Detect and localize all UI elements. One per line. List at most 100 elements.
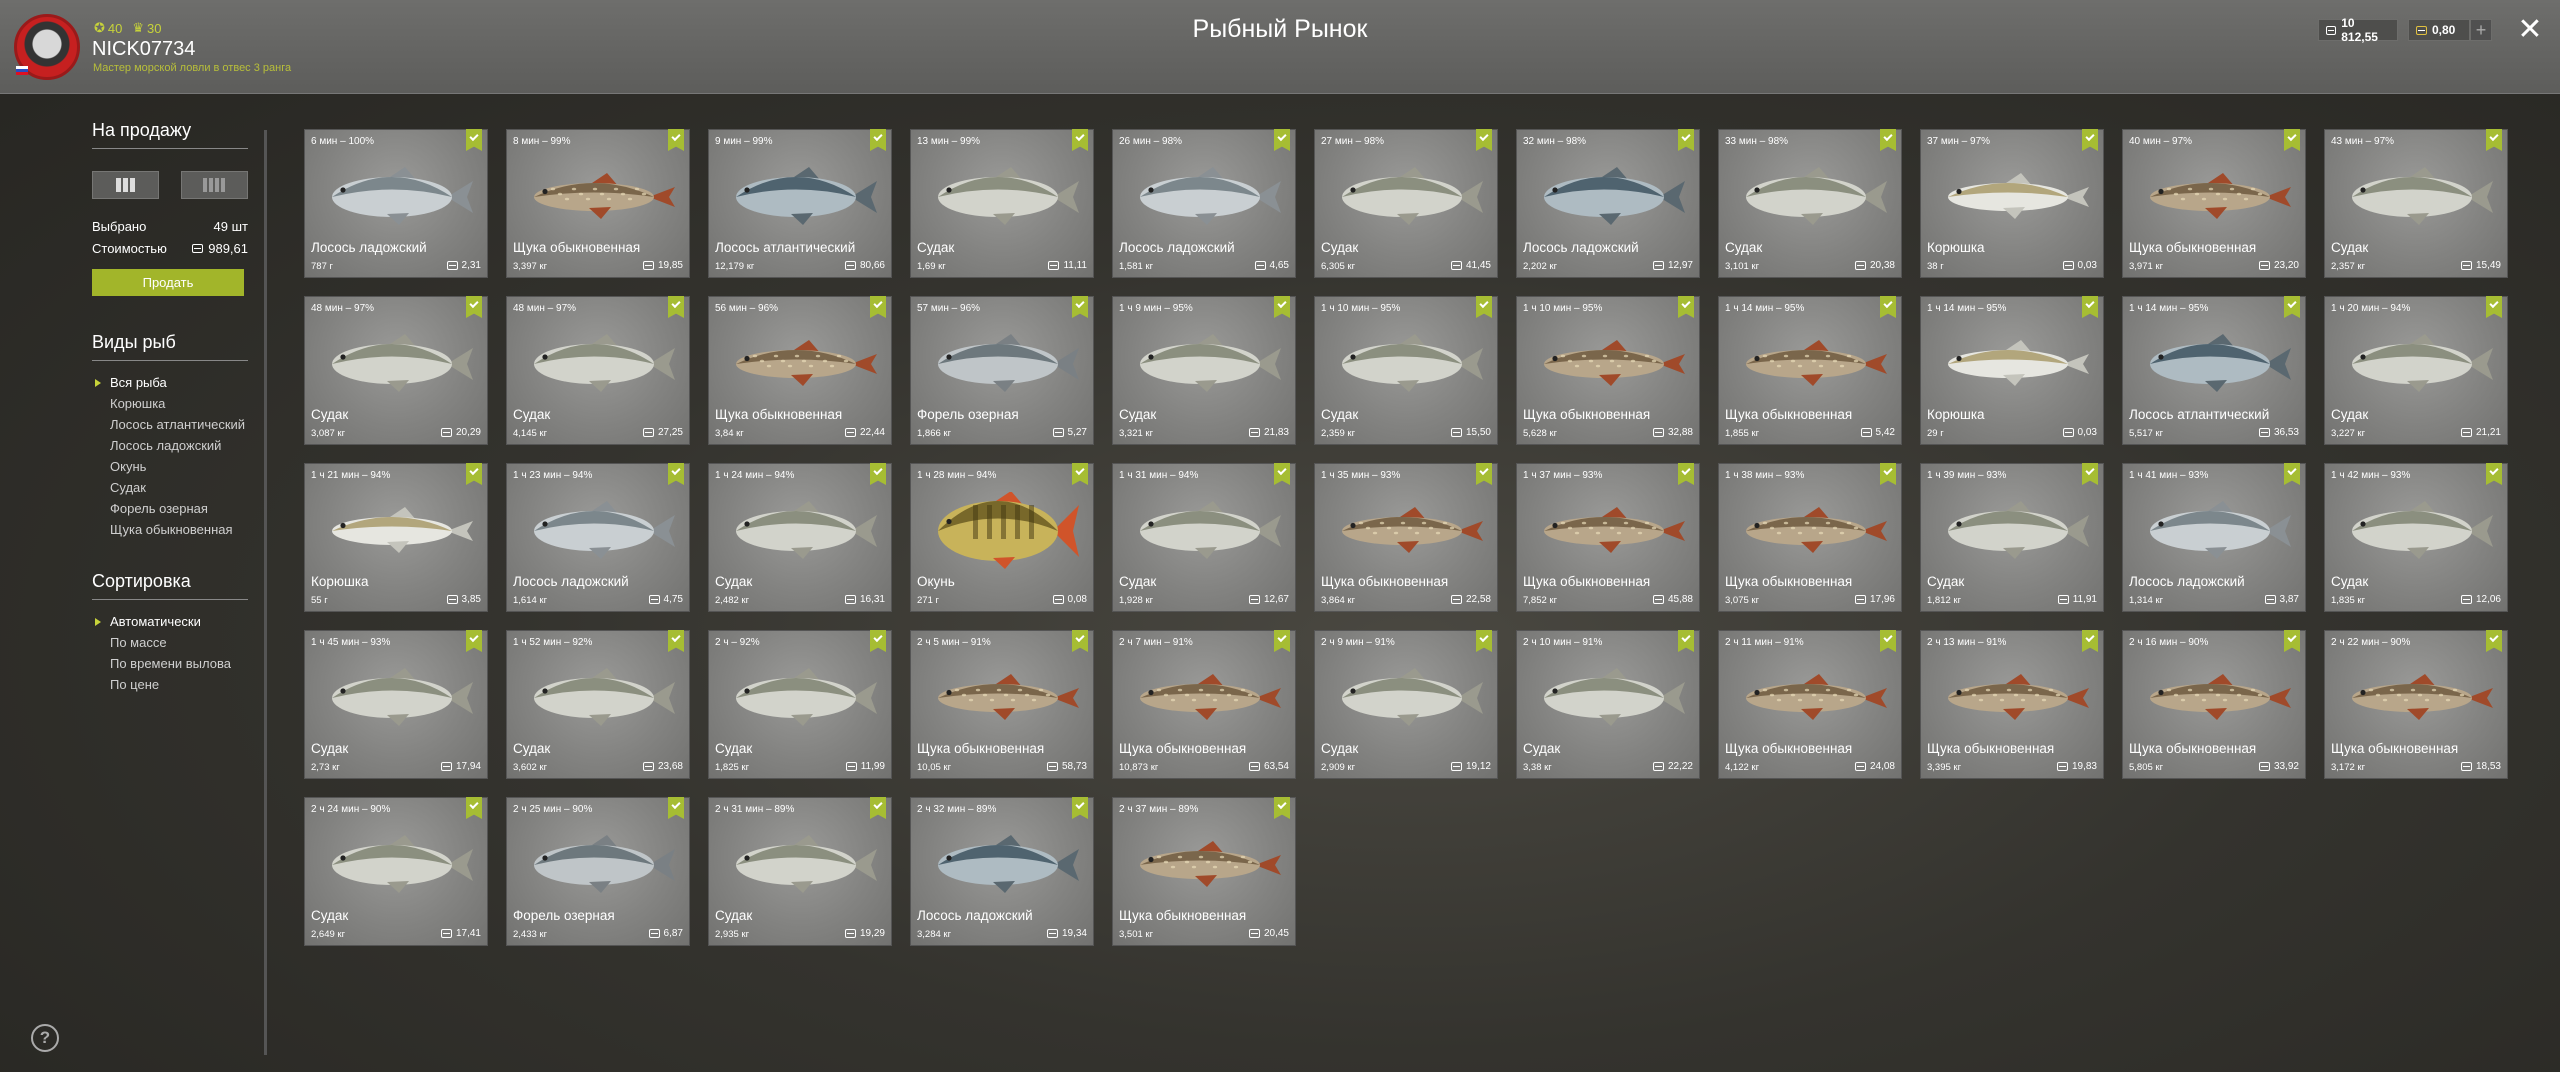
selected-check-icon[interactable]	[1274, 630, 1290, 652]
selected-check-icon[interactable]	[668, 630, 684, 652]
selected-check-icon[interactable]	[1072, 296, 1088, 318]
close-button[interactable]: ✕	[2514, 14, 2546, 46]
sort-option-item[interactable]: Автоматически	[92, 614, 248, 635]
fish-card[interactable]: 27 мин – 98% Судак 6,305 кг 41,45	[1314, 129, 1498, 278]
fish-card[interactable]: 2 ч 7 мин – 91% Щука обыкновенная 10,873…	[1112, 630, 1296, 779]
species-filter-item[interactable]: Корюшка	[92, 396, 248, 417]
fish-card[interactable]: 9 мин – 99% Лосось атлантический 12,179 …	[708, 129, 892, 278]
fish-card[interactable]: 2 ч 5 мин – 91% Щука обыкновенная 10,05 …	[910, 630, 1094, 779]
fish-card[interactable]: 2 ч 31 мин – 89% Судак 2,935 кг 19,29	[708, 797, 892, 946]
selected-check-icon[interactable]	[1678, 630, 1694, 652]
selected-check-icon[interactable]	[1880, 129, 1896, 151]
species-filter-item[interactable]: Щука обыкновенная	[92, 522, 248, 543]
selected-check-icon[interactable]	[2486, 296, 2502, 318]
fish-card[interactable]: 43 мин – 97% Судак 2,357 кг 15,49	[2324, 129, 2508, 278]
fish-card[interactable]: 1 ч 37 мин – 93% Щука обыкновенная 7,852…	[1516, 463, 1700, 612]
fish-card[interactable]: 33 мин – 98% Судак 3,101 кг 20,38	[1718, 129, 1902, 278]
selected-check-icon[interactable]	[466, 797, 482, 819]
selected-check-icon[interactable]	[1274, 463, 1290, 485]
selected-check-icon[interactable]	[466, 296, 482, 318]
selected-check-icon[interactable]	[2284, 630, 2300, 652]
fish-card[interactable]: 2 ч 16 мин – 90% Щука обыкновенная 5,805…	[2122, 630, 2306, 779]
selected-check-icon[interactable]	[1072, 463, 1088, 485]
species-filter-item[interactable]: Лосось ладожский	[92, 438, 248, 459]
selected-check-icon[interactable]	[668, 463, 684, 485]
fish-card[interactable]: 1 ч 14 мин – 95% Корюшка 29 г 0,03	[1920, 296, 2104, 445]
selected-check-icon[interactable]	[668, 296, 684, 318]
fish-card[interactable]: 1 ч 42 мин – 93% Судак 1,835 кг 12,06	[2324, 463, 2508, 612]
species-filter-item[interactable]: Окунь	[92, 459, 248, 480]
fish-card[interactable]: 48 мин – 97% Судак 4,145 кг 27,25	[506, 296, 690, 445]
selected-check-icon[interactable]	[1072, 129, 1088, 151]
species-filter-item[interactable]: Вся рыба	[92, 375, 248, 396]
fish-card[interactable]: 32 мин – 98% Лосось ладожский 2,202 кг 1…	[1516, 129, 1700, 278]
fish-card[interactable]: 1 ч 21 мин – 94% Корюшка 55 г 3,85	[304, 463, 488, 612]
fish-card[interactable]: 37 мин – 97% Корюшка 38 г 0,03	[1920, 129, 2104, 278]
selected-check-icon[interactable]	[1476, 296, 1492, 318]
species-filter-item[interactable]: Форель озерная	[92, 501, 248, 522]
selected-check-icon[interactable]	[2284, 463, 2300, 485]
fish-card[interactable]: 1 ч 38 мин – 93% Щука обыкновенная 3,075…	[1718, 463, 1902, 612]
small-grid-view-button[interactable]	[181, 171, 248, 199]
species-filter-item[interactable]: Судак	[92, 480, 248, 501]
sort-option-item[interactable]: По массе	[92, 635, 248, 656]
gold-balance[interactable]: 0,80	[2408, 19, 2470, 41]
selected-check-icon[interactable]	[2486, 129, 2502, 151]
selected-check-icon[interactable]	[2486, 463, 2502, 485]
selected-check-icon[interactable]	[466, 129, 482, 151]
selected-check-icon[interactable]	[1274, 129, 1290, 151]
fish-card[interactable]: 1 ч 35 мин – 93% Щука обыкновенная 3,864…	[1314, 463, 1498, 612]
fish-card[interactable]: 1 ч 9 мин – 95% Судак 3,321 кг 21,83	[1112, 296, 1296, 445]
large-grid-view-button[interactable]	[92, 171, 159, 199]
selected-check-icon[interactable]	[1072, 630, 1088, 652]
selected-check-icon[interactable]	[1678, 296, 1694, 318]
selected-check-icon[interactable]	[1880, 463, 1896, 485]
fish-card[interactable]: 1 ч 24 мин – 94% Судак 2,482 кг 16,31	[708, 463, 892, 612]
fish-card[interactable]: 40 мин – 97% Щука обыкновенная 3,971 кг …	[2122, 129, 2306, 278]
fish-card[interactable]: 2 ч 10 мин – 91% Судак 3,38 кг 22,22	[1516, 630, 1700, 779]
fish-card[interactable]: 1 ч 14 мин – 95% Щука обыкновенная 1,855…	[1718, 296, 1902, 445]
selected-check-icon[interactable]	[1678, 463, 1694, 485]
fish-card[interactable]: 1 ч 20 мин – 94% Судак 3,227 кг 21,21	[2324, 296, 2508, 445]
fish-card[interactable]: 1 ч 52 мин – 92% Судак 3,602 кг 23,68	[506, 630, 690, 779]
sell-button[interactable]: Продать	[92, 269, 244, 296]
selected-check-icon[interactable]	[2284, 296, 2300, 318]
selected-check-icon[interactable]	[1880, 630, 1896, 652]
fish-card[interactable]: 6 мин – 100% Лосось ладожский 787 г 2,31	[304, 129, 488, 278]
selected-check-icon[interactable]	[2082, 129, 2098, 151]
fish-card[interactable]: 1 ч 41 мин – 93% Лосось ладожский 1,314 …	[2122, 463, 2306, 612]
silver-balance[interactable]: 10 812,55	[2318, 16, 2398, 44]
selected-check-icon[interactable]	[1476, 129, 1492, 151]
fish-card[interactable]: 2 ч 9 мин – 91% Судак 2,909 кг 19,12	[1314, 630, 1498, 779]
selected-check-icon[interactable]	[2082, 463, 2098, 485]
fish-card[interactable]: 2 ч 25 мин – 90% Форель озерная 2,433 кг…	[506, 797, 690, 946]
fish-card[interactable]: 56 мин – 96% Щука обыкновенная 3,84 кг 2…	[708, 296, 892, 445]
selected-check-icon[interactable]	[1274, 797, 1290, 819]
fish-card[interactable]: 2 ч 24 мин – 90% Судак 2,649 кг 17,41	[304, 797, 488, 946]
fish-card[interactable]: 2 ч 13 мин – 91% Щука обыкновенная 3,395…	[1920, 630, 2104, 779]
selected-check-icon[interactable]	[870, 463, 886, 485]
selected-check-icon[interactable]	[2284, 129, 2300, 151]
species-filter-item[interactable]: Лосось атлантический	[92, 417, 248, 438]
fish-card[interactable]: 48 мин – 97% Судак 3,087 кг 20,29	[304, 296, 488, 445]
fish-card[interactable]: 1 ч 14 мин – 95% Лосось атлантический 5,…	[2122, 296, 2306, 445]
fish-card[interactable]: 1 ч 10 мин – 95% Щука обыкновенная 5,628…	[1516, 296, 1700, 445]
selected-check-icon[interactable]	[1476, 630, 1492, 652]
selected-check-icon[interactable]	[2082, 296, 2098, 318]
fish-card[interactable]: 13 мин – 99% Судак 1,69 кг 11,11	[910, 129, 1094, 278]
fish-card[interactable]: 2 ч 32 мин – 89% Лосось ладожский 3,284 …	[910, 797, 1094, 946]
fish-card[interactable]: 1 ч 45 мин – 93% Судак 2,73 кг 17,94	[304, 630, 488, 779]
fish-card[interactable]: 26 мин – 98% Лосось ладожский 1,581 кг 4…	[1112, 129, 1296, 278]
fish-card[interactable]: 8 мин – 99% Щука обыкновенная 3,397 кг 1…	[506, 129, 690, 278]
fish-card[interactable]: 2 ч 37 мин – 89% Щука обыкновенная 3,501…	[1112, 797, 1296, 946]
help-button[interactable]: ?	[31, 1024, 59, 1052]
fish-card[interactable]: 2 ч – 92% Судак 1,825 кг 11,99	[708, 630, 892, 779]
selected-check-icon[interactable]	[466, 630, 482, 652]
fish-card[interactable]: 1 ч 10 мин – 95% Судак 2,359 кг 15,50	[1314, 296, 1498, 445]
selected-check-icon[interactable]	[2082, 630, 2098, 652]
selected-check-icon[interactable]	[1072, 797, 1088, 819]
fish-card[interactable]: 1 ч 23 мин – 94% Лосось ладожский 1,614 …	[506, 463, 690, 612]
fish-card[interactable]: 1 ч 28 мин – 94% Окунь 271 г 0,08	[910, 463, 1094, 612]
selected-check-icon[interactable]	[870, 296, 886, 318]
selected-check-icon[interactable]	[1880, 296, 1896, 318]
